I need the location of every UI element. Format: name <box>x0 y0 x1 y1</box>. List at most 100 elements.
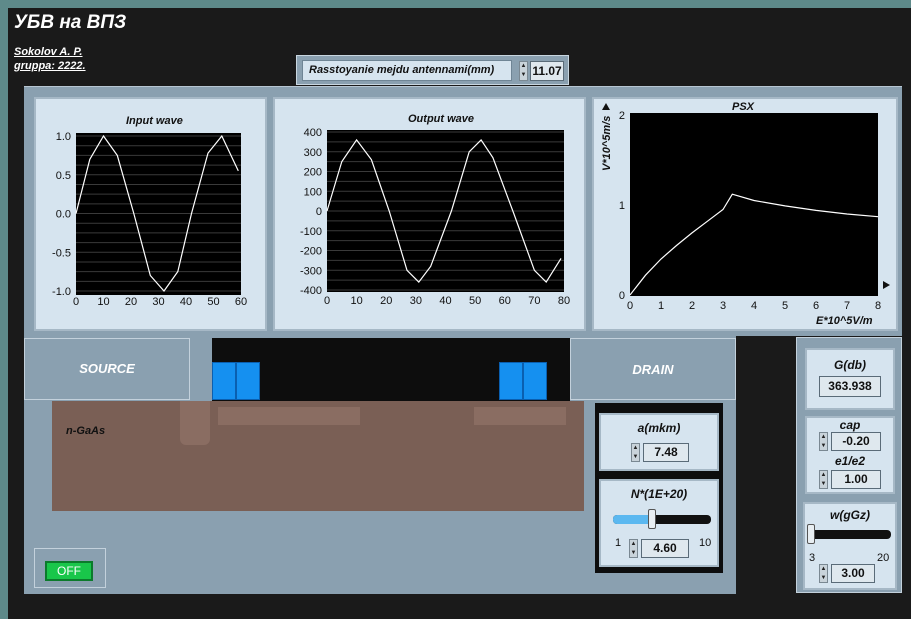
output-ytick: -200 <box>300 246 322 258</box>
g-label: G(db) <box>834 358 866 372</box>
author-group: gruppa: 2222. <box>14 60 86 72</box>
psx-xtick: 5 <box>782 300 788 312</box>
e-value[interactable]: 1.00 <box>831 470 881 489</box>
cap-label: cap <box>839 418 861 432</box>
output-ytick: -400 <box>300 285 322 297</box>
output-xtick: 60 <box>499 295 511 307</box>
a-control: a(mkm) ▲ ▼ 7.48 <box>599 413 719 471</box>
params-panel: a(mkm) ▲ ▼ 7.48 N*(1E+20) 1 10 ▲ ▼ 4.60 <box>595 403 723 573</box>
output-xtick: 30 <box>410 295 422 307</box>
n-slider-thumb[interactable] <box>648 509 657 529</box>
input-ytick: -0.5 <box>52 247 71 259</box>
output-xtick: 70 <box>528 295 540 307</box>
output-ytick: 300 <box>304 147 322 159</box>
a-value[interactable]: 7.48 <box>643 443 689 462</box>
drain-electrode: DRAIN <box>570 338 736 400</box>
output-xtick: 20 <box>380 295 392 307</box>
psx-xtick: 3 <box>720 300 726 312</box>
psx-ylabel: V*10^5m/s <box>601 116 613 171</box>
g-value: 363.938 <box>819 376 881 397</box>
input-ytick: 1.0 <box>56 131 71 143</box>
input-ytick: 0.5 <box>56 170 71 182</box>
input-xtick: 10 <box>97 296 109 308</box>
psx-y-arrow <box>602 103 610 110</box>
w-value[interactable]: 3.00 <box>831 564 875 583</box>
input-xtick: 40 <box>180 296 192 308</box>
input-xtick: 20 <box>125 296 137 308</box>
substrate: n-GaAs <box>52 401 584 511</box>
psx-xtick: 6 <box>813 300 819 312</box>
psx-x-arrow <box>883 281 890 289</box>
input-ytick: 0.0 <box>56 209 71 221</box>
psx-xtick: 8 <box>875 300 881 312</box>
output-ytick: -300 <box>300 265 322 277</box>
antenna-left-2 <box>236 362 260 400</box>
input-xtick: 60 <box>235 296 247 308</box>
output-xtick: 10 <box>351 295 363 307</box>
w-slider-thumb[interactable] <box>807 524 815 544</box>
output-wave-chart: Output wave 400 300 200 100 0 -100 -200 -300 -40… <box>273 97 586 331</box>
app-title: УБВ на ВПЗ <box>14 12 127 33</box>
output-chart-svg: 400 300 200 100 0 -100 -200 -300 -400 0 10 20 30 40 5… <box>300 127 570 307</box>
output-params-panel: G(db) 363.938 cap ▲ ▼ -0.20 e1/e2 ▲ ▼ 1.00… <box>796 337 902 593</box>
n-slider-track[interactable] <box>613 509 711 529</box>
input-chart-svg: 1.0 0.5 0.0 -0.5 -1.0 0 10 20 30 40 50 60 <box>52 131 247 308</box>
w-max: 20 <box>877 552 890 564</box>
w-slider-track[interactable] <box>807 524 891 544</box>
cap-spinner[interactable]: ▲ ▼ <box>819 432 828 451</box>
input-xtick: 50 <box>207 296 219 308</box>
a-label: a(mkm) <box>637 421 681 435</box>
output-ytick: 0 <box>316 206 322 218</box>
cap-value[interactable]: -0.20 <box>831 432 881 451</box>
w-control: w(gGz) 3 20 ▲ ▼ 3.00 <box>803 502 897 590</box>
n-slider-fill <box>613 515 653 524</box>
output-ytick: -100 <box>300 226 322 238</box>
psx-xtick: 2 <box>689 300 695 312</box>
psx-xlabel: E*10^5V/m <box>816 315 873 327</box>
n-value[interactable]: 4.60 <box>641 539 689 558</box>
output-ytick: 100 <box>304 186 322 198</box>
author-name: Sokolov A. P. <box>14 46 83 58</box>
antenna-left-1 <box>212 362 236 400</box>
substrate-mark <box>180 401 210 445</box>
output-xtick: 40 <box>439 295 451 307</box>
n-spinner[interactable]: ▲ ▼ <box>629 539 638 558</box>
distance-value[interactable]: 11.07 <box>530 61 564 81</box>
n-max: 10 <box>699 537 712 549</box>
psx-chart-svg: V*10^5m/s E*10^5V/m 2 1 0 0 1 2 3 4 5 6 7 8 <box>601 103 890 327</box>
n-control: N*(1E+20) 1 10 ▲ ▼ 4.60 <box>599 479 719 567</box>
g-indicator: G(db) 363.938 <box>805 348 895 410</box>
psx-xtick: 1 <box>658 300 664 312</box>
psx-ytick: 2 <box>619 110 625 122</box>
psx-chart: PSX V*10^5m/s E*10^5V/m 210 012345678 <box>592 97 898 331</box>
output-xtick: 50 <box>469 295 481 307</box>
output-ytick: 200 <box>304 167 322 179</box>
cap-control: cap ▲ ▼ -0.20 e1/e2 ▲ ▼ 1.00 <box>805 416 895 494</box>
psx-ytick: 1 <box>619 200 625 212</box>
distance-spinner[interactable]: ▲ ▼ <box>519 61 528 81</box>
output-ytick: 400 <box>304 127 322 139</box>
distance-control: Rasstoyanie mejdu antennami(mm) ▲ ▼ 11.07 <box>296 55 569 85</box>
antenna-right-2 <box>523 362 547 400</box>
substrate-region-left <box>218 407 360 425</box>
psx-plot-area <box>630 113 878 296</box>
power-button[interactable]: OFF <box>34 548 106 588</box>
w-spinner[interactable]: ▲ ▼ <box>819 564 828 583</box>
input-ytick: -1.0 <box>52 286 71 298</box>
substrate-label: n-GaAs <box>66 425 106 437</box>
a-spinner[interactable]: ▲ ▼ <box>631 443 640 462</box>
input-wave-chart: Input wave 1.0 0.5 0.0 -0.5 -1.0 0 10 20 30 40 50… <box>34 97 267 331</box>
power-led[interactable]: OFF <box>45 561 93 581</box>
distance-label: Rasstoyanie mejdu antennami(mm) <box>302 60 512 81</box>
source-electrode: SOURCE <box>24 338 190 400</box>
n-min: 1 <box>615 537 622 549</box>
psx-ytick: 0 <box>619 290 625 302</box>
input-xtick: 30 <box>152 296 164 308</box>
psx-xtick: 7 <box>844 300 850 312</box>
output-xtick: 80 <box>558 295 570 307</box>
w-min: 3 <box>809 552 816 564</box>
antenna-right-1 <box>499 362 523 400</box>
psx-xtick: 4 <box>751 300 757 312</box>
output-xtick: 0 <box>324 295 330 307</box>
e-spinner[interactable]: ▲ ▼ <box>819 470 828 489</box>
